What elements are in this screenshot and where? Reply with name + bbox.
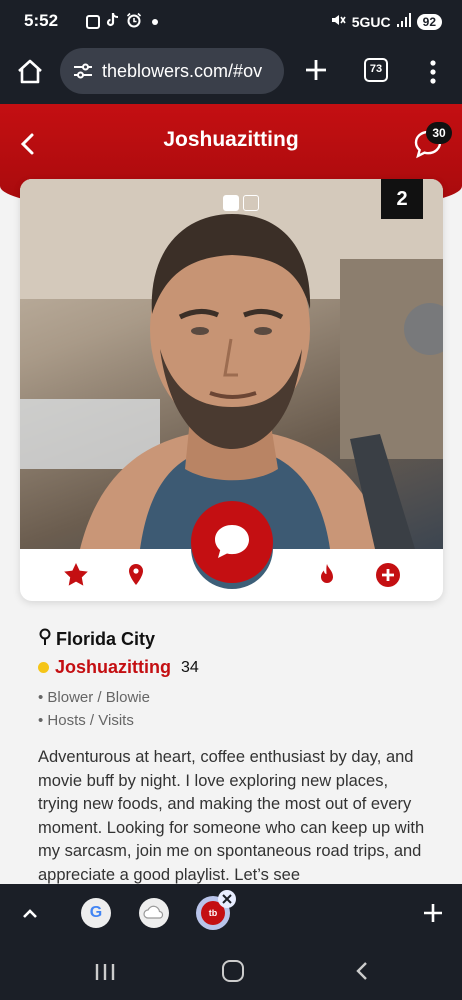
online-status-dot [38,662,49,673]
more-menu-icon[interactable] [424,58,442,86]
tag-item: • Hosts / Visits [38,712,134,729]
map-pin-icon [38,628,52,651]
tiktok-icon [106,12,120,32]
age-label: 34 [181,658,199,676]
location-pin-icon[interactable] [122,561,150,589]
notification-icons [86,12,158,32]
favorite-star-icon[interactable] [62,561,90,589]
signal-icon [396,13,411,30]
battery-indicator: 92 [416,13,442,30]
web-page: Joshuazitting 30 2 Florida City Joshuazi… [0,104,462,884]
chevron-up-icon[interactable] [20,904,40,924]
chat-bubble-icon [215,525,249,558]
mute-icon [330,12,346,31]
home-icon[interactable] [14,56,46,88]
unread-messages-badge: 30 [426,122,452,144]
name-row: Joshuazitting 34 [38,657,428,678]
address-bar[interactable]: theblowers.com/#ov [60,48,284,94]
tab-cloud[interactable] [139,898,169,928]
status-right: 5GUC 92 [330,12,442,31]
profile-tags: • Blower / Blowie • Hosts / Visits [38,686,428,732]
photo-dot-1[interactable] [223,195,239,211]
profile-photo[interactable]: 2 [20,179,443,549]
status-bar: 5:52 5GUC 92 [0,0,462,42]
network-label: 5GUC [351,13,391,30]
tab-google[interactable]: G [81,898,111,928]
browser-tab-strip: G tb [0,884,462,944]
profile-info: Florida City Joshuazitting 34 • Blower /… [38,628,428,884]
cloud-icon [143,905,164,919]
status-time: 5:52 [24,11,59,30]
tab-switcher-button[interactable]: 73 [364,58,388,82]
system-back-icon[interactable] [354,960,370,982]
more-notifications-dot [152,19,158,25]
photo-pagination [223,195,259,211]
new-tab-icon[interactable] [302,56,330,84]
site-settings-icon[interactable] [72,60,94,82]
browser-toolbar: theblowers.com/#ov 73 [0,42,462,104]
city-row: Florida City [38,628,428,651]
profile-photo-illustration [20,179,443,549]
username-link[interactable]: Joshuazitting [55,657,171,678]
recent-apps-icon[interactable] [94,962,116,982]
add-plus-icon[interactable] [374,561,402,589]
system-nav-bar [0,944,462,1000]
page-title: Joshuazitting [163,128,299,151]
photo-dot-2[interactable] [243,195,259,211]
new-tab-plus-icon[interactable] [422,902,444,924]
url-text: theblowers.com/#ov [102,60,263,81]
gallery-icon [86,15,100,29]
profile-card: 2 [20,179,443,601]
flame-icon[interactable] [313,561,341,589]
tag-item: • Blower / Blowie [38,689,150,706]
close-tab-icon[interactable] [218,890,236,908]
city-label: Florida City [56,629,156,649]
photo-counter: 2 [381,179,423,219]
home-button-icon[interactable] [222,960,244,982]
alarm-icon [126,12,142,32]
start-chat-button[interactable] [191,501,273,583]
profile-bio: Adventurous at heart, coffee enthusiast … [38,748,425,884]
